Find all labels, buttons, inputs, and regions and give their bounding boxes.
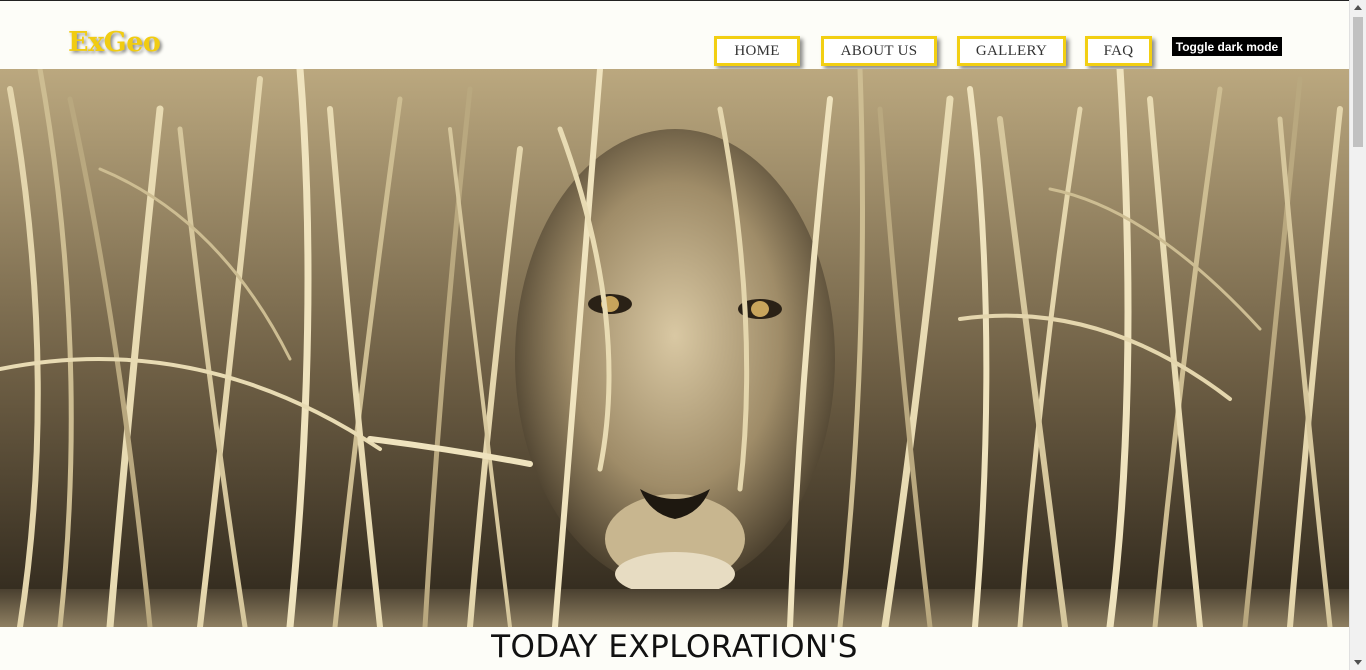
nav-faq-button[interactable]: FAQ xyxy=(1085,36,1152,66)
vertical-scrollbar[interactable] xyxy=(1349,0,1366,670)
hero-image xyxy=(0,69,1349,627)
nav-home-button[interactable]: HOME xyxy=(714,36,800,66)
toggle-dark-mode-button[interactable]: Toggle dark mode xyxy=(1172,37,1282,56)
site-logo[interactable]: ExGeo xyxy=(68,27,161,58)
page: ExGeo HOME ABOUT US GALLERY FAQ Toggle d… xyxy=(0,0,1349,670)
nav-gallery-button[interactable]: GALLERY xyxy=(957,36,1066,66)
hero-lioness-illustration xyxy=(0,69,1349,627)
scrollbar-thumb[interactable] xyxy=(1353,17,1363,147)
nav-about-us-button[interactable]: ABOUT US xyxy=(821,36,937,66)
scroll-up-icon[interactable] xyxy=(1354,5,1362,10)
scroll-down-icon[interactable] xyxy=(1354,660,1362,665)
section-title: TODAY EXPLORATION'S xyxy=(491,629,858,665)
